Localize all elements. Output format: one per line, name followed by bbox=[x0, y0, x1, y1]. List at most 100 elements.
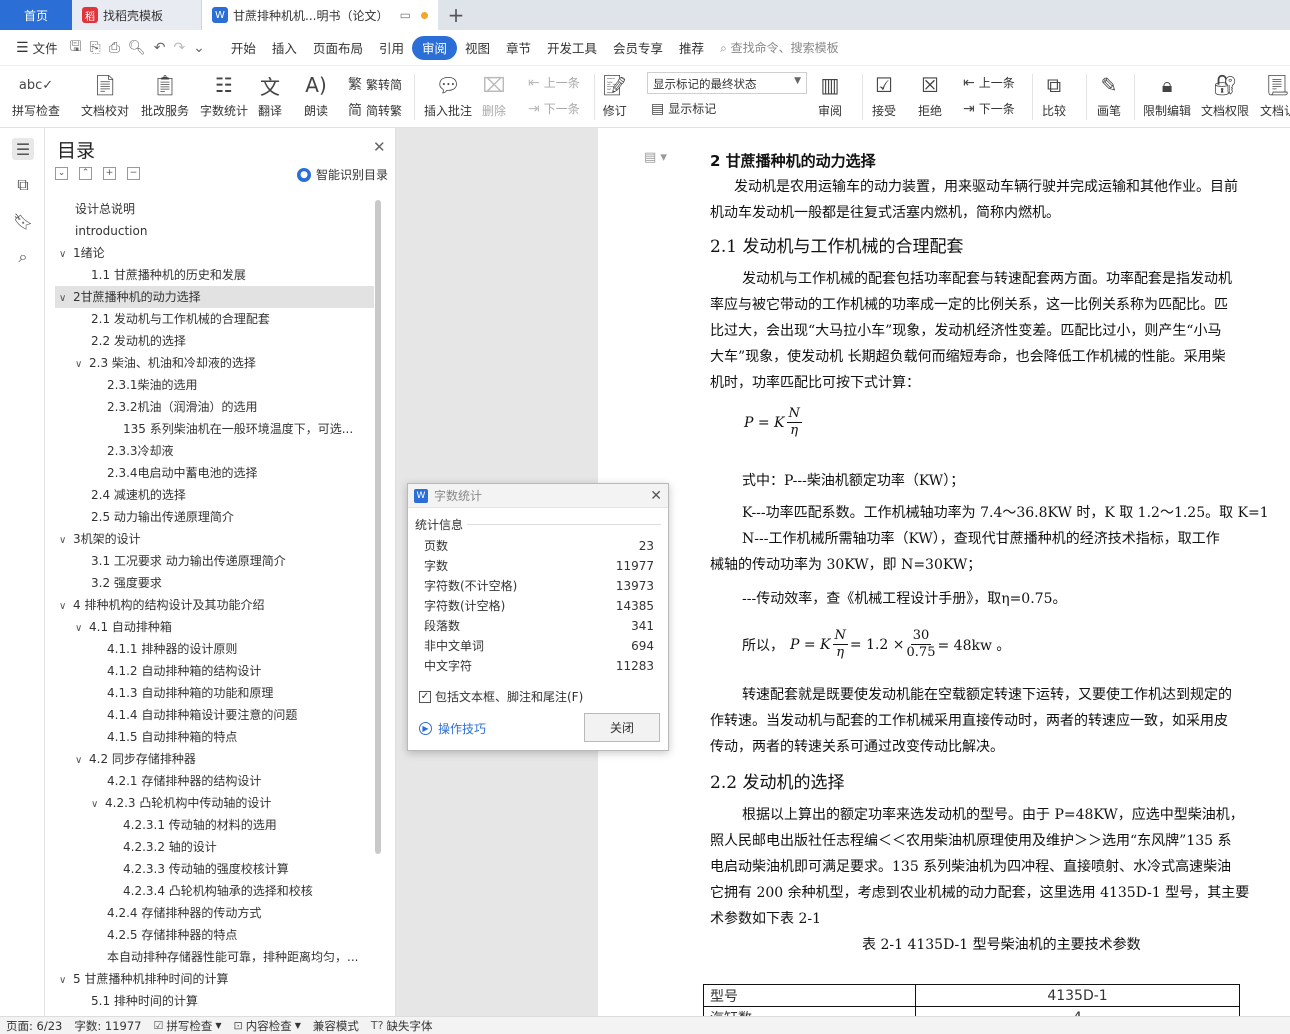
toc-item[interactable]: 2.3.2机油（润滑油）的选用 bbox=[55, 396, 374, 418]
menu-item[interactable]: 审阅 bbox=[411, 35, 457, 60]
redo-icon[interactable]: ↷ bbox=[169, 40, 189, 56]
preview-icon[interactable]: 🔍︎ bbox=[124, 40, 150, 56]
toc-item[interactable]: ∨ 4.2 同步存储排种器 bbox=[55, 748, 374, 770]
toc-item[interactable]: 2.1 发动机与工作机械的合理配套 bbox=[55, 308, 374, 330]
save-icon[interactable]: 🖫 bbox=[66, 36, 86, 60]
expand-all-icon[interactable]: ⌄ bbox=[55, 167, 68, 180]
menu-item[interactable]: 会员专享 bbox=[605, 36, 671, 60]
menu-item[interactable]: 章节 bbox=[498, 36, 539, 60]
toc-item[interactable]: 2.2 发动机的选择 bbox=[55, 330, 374, 352]
toc-item[interactable]: 4.1.4 自动排种箱设计要注意的问题 bbox=[55, 704, 374, 726]
toc-item[interactable]: 4.2.1 存储排种器的结构设计 bbox=[55, 770, 374, 792]
include-textbox-checkbox[interactable]: ✓ 包括文本框、脚注和尾注(F) bbox=[419, 688, 583, 705]
simp-to-trad-button[interactable]: 简简转繁 bbox=[348, 100, 402, 120]
translate-button[interactable]: 文翻译 bbox=[258, 70, 282, 119]
page-indicator[interactable]: 页面: 6/23 bbox=[0, 1018, 68, 1034]
toc-item[interactable]: 2.3.1柴油的选用 bbox=[55, 374, 374, 396]
track-changes-button[interactable]: 📝︎ 修订 bbox=[602, 70, 627, 119]
chevron-down-icon[interactable]: ∨ bbox=[59, 244, 73, 264]
undo-icon[interactable]: ↶ bbox=[150, 40, 170, 56]
content-check-status[interactable]: ⊡ 内容检查 ▼ bbox=[228, 1018, 307, 1034]
word-count-button[interactable]: ☷ 字数统计 bbox=[200, 70, 248, 119]
compare-button[interactable]: ⧉ 比较 bbox=[1042, 70, 1066, 119]
toc-item[interactable]: 4.1.1 排种器的设计原则 bbox=[55, 638, 374, 660]
toc-item[interactable]: ∨ 1绪论 bbox=[55, 242, 374, 264]
chevron-down-icon[interactable]: ∨ bbox=[75, 354, 89, 374]
menu-item[interactable]: 开发工具 bbox=[539, 36, 605, 60]
word-count-indicator[interactable]: 字数: 11977 bbox=[68, 1018, 147, 1034]
prev-comment-button[interactable]: ⇤ 上一条 bbox=[528, 74, 580, 91]
close-button[interactable]: 关闭 bbox=[584, 713, 660, 742]
toc-item[interactable]: 2.4 减速机的选择 bbox=[55, 484, 374, 506]
toc-item[interactable]: 3.2 强度要求 bbox=[55, 572, 374, 594]
next-change-button[interactable]: ⇥ 下一条 bbox=[963, 100, 1015, 117]
toc-item[interactable]: 设计总说明 bbox=[55, 198, 374, 220]
toc-item[interactable]: ∨ 5 甘蔗播种机排种时间的计算 bbox=[55, 968, 374, 990]
toc-item[interactable]: ∨ 3机架的设计 bbox=[55, 528, 374, 550]
doc-check-button[interactable]: 📄︎ 文档校对 bbox=[81, 70, 129, 119]
menu-item[interactable]: 推荐 bbox=[671, 36, 712, 60]
trad-to-simp-button[interactable]: 繁繁转简 bbox=[348, 74, 402, 94]
chevron-down-icon[interactable]: ∨ bbox=[75, 618, 89, 638]
toc-scrollbar[interactable] bbox=[375, 200, 381, 854]
bookmark-icon[interactable]: 🔖︎ bbox=[12, 210, 34, 232]
chevron-down-icon[interactable]: ∨ bbox=[91, 794, 105, 814]
chevron-down-icon[interactable]: ∨ bbox=[75, 750, 89, 770]
toc-item[interactable]: 3.1 工况要求 动力输出传递原理简介 bbox=[55, 550, 374, 572]
collapse-all-icon[interactable]: ⌃ bbox=[79, 167, 92, 180]
dialog-titlebar[interactable]: W 字数统计 ✕ bbox=[408, 484, 668, 508]
compat-mode-status[interactable]: 兼容模式 bbox=[307, 1018, 365, 1034]
monitor-icon[interactable]: ▭ bbox=[400, 8, 411, 22]
tab-document[interactable]: W 甘蔗排种机机...明书（论文） ▭ bbox=[202, 0, 438, 30]
toc-item[interactable]: 2.5 动力输出传递原理简介 bbox=[55, 506, 374, 528]
doc-permission-button[interactable]: 🔐︎ 文档权限 bbox=[1201, 70, 1249, 119]
toc-item[interactable]: 4.1.5 自动排种箱的特点 bbox=[55, 726, 374, 748]
toc-item[interactable]: 本自动排种存储器性能可靠，排种距离均匀，... bbox=[55, 946, 374, 968]
toc-item[interactable]: 4.2.3.1 传动轴的材料的选用 bbox=[55, 814, 374, 836]
accept-button[interactable]: ☑ 接受 bbox=[872, 70, 896, 119]
toc-item[interactable]: 4.2.3.4 凸轮机构轴承的选择和校核 bbox=[55, 880, 374, 902]
spell-check-button[interactable]: abc✓ 拼写检查 bbox=[12, 70, 60, 119]
smart-toc-button[interactable]: ● 智能识别目录 bbox=[297, 166, 388, 183]
page-menu-icon[interactable]: ▤ ▾ bbox=[644, 150, 667, 165]
remove-heading-icon[interactable]: − bbox=[127, 167, 140, 180]
insert-comment-button[interactable]: 💬︎ 插入批注 bbox=[424, 70, 472, 119]
reject-button[interactable]: ☒ 拒绝 bbox=[918, 70, 942, 119]
tips-link[interactable]: ▶ 操作技巧 bbox=[419, 720, 486, 737]
search-command[interactable]: ⌕ 查找命令、搜索模板 bbox=[720, 39, 839, 56]
doc-certify-button[interactable]: 📃︎ 文档认 bbox=[1260, 70, 1290, 119]
toc-item[interactable]: 1.1 甘蔗播种机的历史和发展 bbox=[55, 264, 374, 286]
menu-item[interactable]: 视图 bbox=[457, 36, 498, 60]
toc-item[interactable]: 2.3.3冷却液 bbox=[55, 440, 374, 462]
chevron-down-icon[interactable]: ∨ bbox=[59, 530, 73, 550]
next-comment-button[interactable]: ⇥ 下一条 bbox=[528, 100, 580, 117]
show-markup-button[interactable]: ▤ 显示标记 bbox=[651, 100, 716, 117]
toc-item[interactable]: 5.1 排种时间的计算 bbox=[55, 990, 374, 1008]
toc-item[interactable]: 4.2.3.2 轴的设计 bbox=[55, 836, 374, 858]
restrict-edit-button[interactable]: 🔒︎ 限制编辑 bbox=[1143, 70, 1191, 119]
spell-check-status[interactable]: ☑ 拼写检查 ▼ bbox=[147, 1018, 227, 1034]
close-icon[interactable]: ✕ bbox=[373, 138, 386, 156]
toc-item[interactable]: ∨ 2.3 柴油、机油和冷却液的选择 bbox=[55, 352, 374, 374]
prev-change-button[interactable]: ⇤ 上一条 bbox=[963, 74, 1015, 91]
toc-item[interactable]: 4.2.5 存储排种器的特点 bbox=[55, 924, 374, 946]
navigation-icon[interactable]: ⧉ bbox=[12, 174, 34, 196]
document-page[interactable]: ▤ ▾ P = K Nη 所以， P = K Nη = 1.2 × 30 0.75… bbox=[598, 128, 1290, 1016]
print-icon[interactable]: ⎙ bbox=[105, 40, 124, 56]
more-quick-icon[interactable]: ⌄ bbox=[189, 40, 209, 56]
export-icon[interactable]: ⎘ bbox=[86, 40, 105, 56]
tab-home[interactable]: 首页 bbox=[0, 0, 72, 30]
toc-item[interactable]: ∨ 4.2.3 凸轮机构中传动轴的设计 bbox=[55, 792, 374, 814]
missing-font-status[interactable]: T? 缺失字体 bbox=[365, 1018, 439, 1034]
toc-item[interactable]: 135 系列柴油机在一般环境温度下，可选... bbox=[55, 418, 374, 440]
menu-item[interactable]: 页面布局 bbox=[305, 36, 371, 60]
toc-item[interactable]: 4.1.3 自动排种箱的功能和原理 bbox=[55, 682, 374, 704]
toc-item[interactable]: 4.2.4 存储排种器的传动方式 bbox=[55, 902, 374, 924]
markup-state-select[interactable]: 显示标记的最终状态 ▼ bbox=[647, 72, 807, 94]
chevron-down-icon[interactable]: ∨ bbox=[59, 970, 73, 990]
review-pane-button[interactable]: ▥ 审阅 bbox=[818, 70, 842, 119]
file-menu[interactable]: ☰ 文件 bbox=[8, 36, 66, 60]
toc-item[interactable]: introduction bbox=[55, 220, 374, 242]
chevron-down-icon[interactable]: ∨ bbox=[59, 596, 73, 616]
menu-item[interactable]: 开始 bbox=[223, 36, 264, 60]
